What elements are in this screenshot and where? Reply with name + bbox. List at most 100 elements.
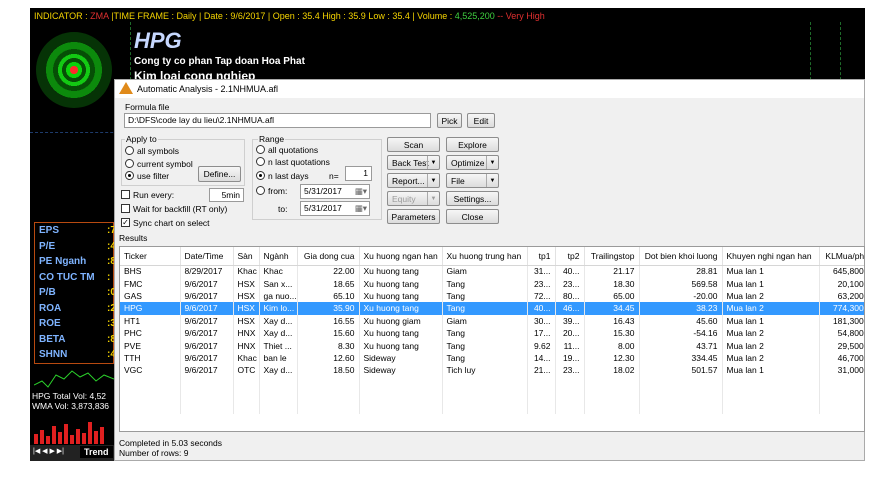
n-input[interactable]: 1 [345, 166, 372, 181]
table-cell: 65.10 [297, 289, 360, 303]
apply-filter-radio[interactable] [125, 171, 134, 180]
table-cell: Tang [442, 302, 528, 315]
optimize-button[interactable]: Optimize ▼ [446, 155, 499, 170]
column-header[interactable]: Khuyen nghi ngan han [722, 247, 820, 266]
table-cell: 23... [555, 364, 585, 377]
table-cell: HSX [233, 277, 260, 290]
column-header[interactable]: Sàn [233, 247, 260, 266]
to-date-input[interactable]: 5/31/2017 ▦▾ [300, 201, 370, 216]
table-cell: -54.16 [639, 326, 723, 340]
sheet-nav-arrows[interactable]: |◀ ◀ ▶ ▶| [33, 447, 64, 455]
column-header[interactable]: tp1 [527, 247, 556, 266]
empty-row [120, 376, 864, 389]
scan-button[interactable]: Scan [387, 137, 440, 152]
from-date-input[interactable]: 5/31/2017 ▦▾ [300, 184, 370, 199]
pick-button[interactable]: Pick [437, 113, 462, 128]
sheet-tab-bar: |◀ ◀ ▶ ▶| Trend [30, 445, 114, 461]
column-header[interactable]: tp2 [555, 247, 585, 266]
table-cell: 40... [527, 302, 556, 315]
range-from-radio[interactable] [256, 186, 265, 195]
apply-all-radio[interactable] [125, 146, 134, 155]
indicator-value: ZMA [90, 11, 109, 21]
from-label: from: [268, 186, 288, 196]
column-header[interactable]: Trailingstop [584, 247, 640, 266]
table-cell: 31... [527, 265, 556, 278]
chart-header: INDICATOR : ZMA |TIME FRAME : Daily | Da… [30, 8, 865, 22]
table-cell: 80... [555, 289, 585, 303]
settings-button[interactable]: Settings... [446, 191, 499, 206]
table-row[interactable]: VGC 9/6/2017 OTC Xay d... 18.50 Sideway Tich l… [120, 364, 864, 377]
table-cell: ban le [259, 351, 298, 365]
back-test-button[interactable]: Back Test ▼ [387, 155, 440, 170]
table-cell: 34.45 [584, 302, 640, 315]
column-header[interactable]: Dot bien khoi luong [639, 247, 723, 266]
range-n-days-label: n last days [268, 171, 309, 181]
column-header[interactable]: Xu huong trung han [442, 247, 528, 266]
table-cell: Tang [442, 277, 528, 290]
fundamental-row: P/B:0 [39, 287, 116, 298]
table-row[interactable]: BHS 8/29/2017 Khac Khac 22.00 Xu huong tang Gi… [120, 265, 864, 278]
apply-current-radio[interactable] [125, 159, 134, 168]
define-button[interactable]: Define... [198, 166, 241, 182]
run-every-input[interactable]: 5min [209, 188, 244, 202]
table-cell: ga nuo... [259, 289, 298, 303]
column-header[interactable]: KLMua/phien [819, 247, 864, 266]
table-cell: 9/6/2017 [180, 339, 234, 352]
table-cell: 30... [527, 314, 556, 327]
wait-backfill-label: Wait for backfill (RT only) [133, 204, 228, 214]
run-every-checkbox[interactable] [121, 190, 130, 199]
column-header[interactable]: Date/Time [180, 247, 234, 266]
range-n-quotations-radio[interactable] [256, 157, 265, 166]
report-button[interactable]: Report... ▼ [387, 173, 440, 188]
amibroker-icon [119, 82, 133, 94]
table-row[interactable]: FMC 9/6/2017 HSX San x... 18.65 Xu huong tang… [120, 277, 864, 290]
table-row[interactable]: PVE 9/6/2017 HNX Thiet ... 8.30 Xu huong tang… [120, 339, 864, 352]
table-row[interactable]: HPG 9/6/2017 HSX Kim lo... 35.90 Xu huong tan… [120, 302, 864, 315]
table-cell: 38.23 [639, 302, 723, 315]
table-cell: 9/6/2017 [180, 364, 234, 377]
range-label: Range [258, 134, 286, 144]
table-row[interactable]: GAS 9/6/2017 HSX ga nuo... 65.10 Xu huong tan… [120, 289, 864, 303]
explore-button[interactable]: Explore [446, 137, 499, 152]
table-cell: HNX [233, 339, 260, 352]
table-cell: TTH [120, 351, 181, 365]
equity-button[interactable]: Equity ▼ [387, 191, 440, 206]
range-n-quotations-label: n last quotations [268, 157, 330, 167]
tab-trend[interactable]: Trend [80, 446, 113, 458]
table-row[interactable]: PHC 9/6/2017 HNX Xay d... 15.60 Xu huong tang… [120, 326, 864, 340]
table-cell: Mua lan 2 [722, 326, 820, 340]
formula-path-field[interactable]: D:\DFS\code lay du lieu\2.1NHMUA.afl [124, 113, 431, 128]
fundamental-row: EPS:7 [39, 225, 116, 236]
parameters-button[interactable]: Parameters [387, 209, 440, 224]
results-list[interactable]: Ticker Date/Time Sàn Ngành Gia dong cua … [119, 246, 865, 432]
file-button[interactable]: File ▼ [446, 173, 499, 188]
table-row[interactable]: HT1 9/6/2017 HSX Xay d... 16.55 Xu huong giam… [120, 314, 864, 327]
range-all-radio[interactable] [256, 145, 265, 154]
edit-button[interactable]: Edit [467, 113, 495, 128]
column-header[interactable]: Gia dong cua [297, 247, 360, 266]
column-header[interactable]: Ngành [259, 247, 298, 266]
table-cell: Xay d... [259, 364, 298, 377]
range-n-days-radio[interactable] [256, 171, 265, 180]
table-cell: Sideway [359, 364, 443, 377]
table-cell: GAS [120, 289, 181, 303]
table-cell: Mua lan 2 [722, 302, 820, 315]
table-row[interactable]: TTH 9/6/2017 Khac ban le 12.60 Sideway Tang 14.… [120, 351, 864, 365]
table-cell: Xu huong tang [359, 289, 443, 303]
table-cell: 9/6/2017 [180, 289, 234, 303]
results-header-row: Ticker Date/Time Sàn Ngành Gia dong cua … [120, 247, 864, 266]
fundamental-row: PE Nganh:8 [39, 256, 116, 267]
table-cell: Xu huong tang [359, 339, 443, 352]
table-cell: Thiet ... [259, 339, 298, 352]
table-cell: Xay d... [259, 326, 298, 340]
table-cell: 18.30 [584, 277, 640, 290]
sync-chart-checkbox[interactable]: ✓ [121, 218, 130, 227]
table-cell: 9/6/2017 [180, 326, 234, 340]
close-button[interactable]: Close [446, 209, 499, 224]
column-header[interactable]: Ticker [120, 247, 181, 266]
wait-backfill-checkbox[interactable] [121, 204, 130, 213]
table-cell: 29,500.00 [819, 339, 864, 352]
column-header[interactable]: Xu huong ngan han [359, 247, 443, 266]
fundamentals-panel: EPS:7 P/E:4 PE Nganh:8 CO TUC TM: P/B:0 … [34, 222, 116, 364]
table-cell: HSX [233, 289, 260, 303]
